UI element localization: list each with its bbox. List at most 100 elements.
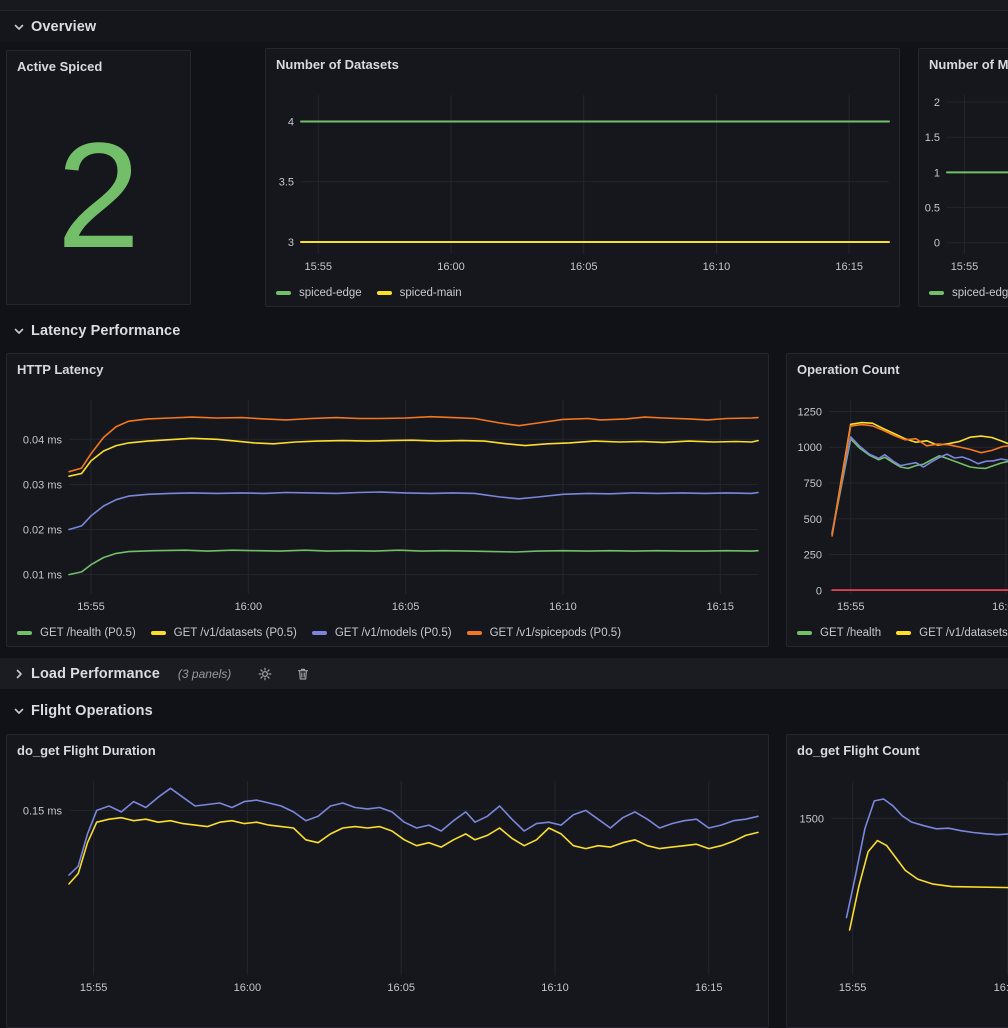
legend-label: GET /v1/datasets: [919, 627, 1008, 639]
chevron-right-icon: [12, 667, 26, 681]
legend-item[interactable]: GET /v1/spicepods (P0.5): [467, 627, 621, 639]
legend-label: GET /health: [820, 627, 881, 639]
section-settings-button[interactable]: [257, 666, 273, 682]
panel-number-of-datasets: Number of Datasets 33.5415:5516:0016:051…: [265, 48, 900, 307]
svg-text:4: 4: [288, 117, 294, 129]
svg-text:3.5: 3.5: [279, 177, 294, 189]
chart-canvas[interactable]: 150015:5516:0016:0516:1016:15: [787, 735, 1008, 1027]
legend-swatch: [896, 631, 911, 635]
svg-text:250: 250: [804, 550, 822, 562]
svg-text:0.04 ms: 0.04 ms: [23, 434, 63, 446]
legend-label: GET /health (P0.5): [40, 627, 136, 639]
svg-text:16:00: 16:00: [234, 982, 262, 994]
svg-text:15:55: 15:55: [77, 601, 105, 613]
section-title: Overview: [31, 19, 96, 35]
svg-text:3: 3: [288, 237, 294, 249]
svg-text:16:00: 16:00: [235, 601, 263, 613]
legend: GET /health (P0.5) GET /v1/datasets (P0.5…: [17, 627, 621, 639]
legend-label: GET /v1/datasets (P0.5): [174, 627, 297, 639]
legend-item[interactable]: spiced-edge: [276, 287, 362, 299]
chevron-down-icon: [12, 20, 26, 34]
svg-text:15:55: 15:55: [951, 261, 979, 273]
svg-text:1500: 1500: [800, 813, 824, 825]
svg-text:16:00: 16:00: [994, 982, 1008, 994]
panel-do-get-flight-count: do_get Flight Count 150015:5516:0016:051…: [786, 734, 1008, 1028]
svg-text:500: 500: [804, 514, 822, 526]
svg-text:16:00: 16:00: [992, 601, 1008, 613]
legend-item[interactable]: GET /health: [797, 627, 881, 639]
legend: GET /healthGET /v1/datasetsGET /v1/model…: [797, 627, 1008, 639]
section-delete-button[interactable]: [295, 666, 311, 682]
legend-item[interactable]: GET /v1/models (P0.5): [312, 627, 452, 639]
section-header-flight-operations[interactable]: Flight Operations: [0, 696, 1008, 726]
svg-text:1000: 1000: [798, 442, 822, 454]
svg-text:16:15: 16:15: [695, 982, 723, 994]
legend-swatch: [929, 291, 944, 295]
section-title: Load Performance: [31, 666, 160, 682]
svg-text:0.5: 0.5: [925, 203, 940, 215]
section-header-load-performance[interactable]: Load Performance (3 panels): [0, 658, 1008, 689]
svg-text:2: 2: [934, 97, 940, 109]
legend-swatch: [151, 631, 166, 635]
svg-text:0: 0: [816, 585, 822, 597]
panel-http-latency: HTTP Latency 0.01 ms0.02 ms0.03 ms0.04 m…: [6, 353, 769, 647]
grafana-dashboard: { "ui": { "sections": [ {"label": "Overv…: [0, 0, 1008, 849]
panel-active-spiced: Active Spiced 2: [6, 50, 191, 305]
legend-label: spiced-main: [400, 287, 462, 299]
panel-number-of-models: Number of Models 00.511.5215:5516:0016:0…: [918, 48, 1008, 307]
legend-item[interactable]: spiced-main: [377, 287, 462, 299]
toolbar-edge: [0, 0, 1008, 11]
legend-label: spiced-edge: [299, 287, 362, 299]
stat-value: 2: [7, 85, 190, 304]
panel-operation-count: Operation Count 02505007501000125015:551…: [786, 353, 1008, 647]
svg-text:1: 1: [934, 167, 940, 179]
legend-swatch: [377, 291, 392, 295]
section-title: Latency Performance: [31, 323, 180, 339]
chart-canvas[interactable]: 00.511.5215:5516:0016:0516:1016:15: [919, 49, 1008, 306]
legend-item[interactable]: GET /health (P0.5): [17, 627, 136, 639]
svg-text:0.03 ms: 0.03 ms: [23, 479, 63, 491]
svg-text:16:10: 16:10: [541, 982, 569, 994]
section-header-overview[interactable]: Overview: [0, 11, 1008, 42]
svg-text:0.01 ms: 0.01 ms: [23, 570, 63, 582]
svg-text:16:15: 16:15: [706, 601, 734, 613]
svg-text:16:00: 16:00: [437, 261, 465, 273]
svg-text:16:10: 16:10: [549, 601, 577, 613]
legend-label: spiced-edge: [952, 287, 1008, 299]
svg-text:15:55: 15:55: [837, 601, 865, 613]
chart-canvas[interactable]: 0.15 ms15:5516:0016:0516:1016:15: [7, 735, 768, 1027]
svg-text:16:10: 16:10: [703, 261, 731, 273]
legend-swatch: [276, 291, 291, 295]
svg-text:15:55: 15:55: [839, 982, 867, 994]
svg-text:0: 0: [934, 238, 940, 250]
legend-item[interactable]: spiced-edge: [929, 287, 1008, 299]
section-title: Flight Operations: [31, 703, 153, 719]
svg-text:16:05: 16:05: [570, 261, 598, 273]
svg-text:750: 750: [804, 478, 822, 490]
svg-text:16:05: 16:05: [392, 601, 420, 613]
legend-swatch: [312, 631, 327, 635]
legend-swatch: [17, 631, 32, 635]
chart-canvas[interactable]: 3 3.5 4 15:55 16:00 16:05 16:10 16:15: [266, 49, 899, 306]
legend-label: GET /v1/spicepods (P0.5): [490, 627, 621, 639]
panel-title[interactable]: Active Spiced: [17, 59, 102, 74]
legend-item[interactable]: GET /v1/datasets (P0.5): [151, 627, 297, 639]
panel-do-get-flight-duration: do_get Flight Duration 0.15 ms15:5516:00…: [6, 734, 769, 1028]
trash-icon: [296, 667, 310, 681]
chart-canvas[interactable]: 0.01 ms 0.02 ms 0.03 ms 0.04 ms 15:55 16:00 16…: [7, 354, 768, 646]
legend-swatch: [797, 631, 812, 635]
svg-text:16:15: 16:15: [835, 261, 863, 273]
gear-icon: [258, 667, 272, 681]
legend-item[interactable]: GET /v1/datasets: [896, 627, 1008, 639]
legend-swatch: [467, 631, 482, 635]
legend-label: GET /v1/models (P0.5): [335, 627, 452, 639]
svg-text:15:55: 15:55: [80, 982, 108, 994]
svg-text:15:55: 15:55: [304, 261, 332, 273]
chevron-down-icon: [12, 324, 26, 338]
section-header-latency-performance[interactable]: Latency Performance: [0, 316, 1008, 346]
svg-text:1.5: 1.5: [925, 132, 940, 144]
svg-text:16:05: 16:05: [387, 982, 415, 994]
chart-canvas[interactable]: 02505007501000125015:5516:0016:0516:1016…: [787, 354, 1008, 646]
legend: spiced-edge: [929, 287, 1008, 299]
svg-text:0.02 ms: 0.02 ms: [23, 524, 63, 536]
